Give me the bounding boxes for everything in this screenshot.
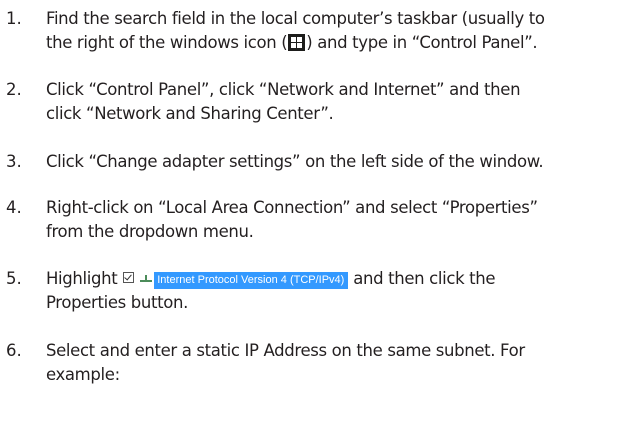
step-line-text: and then click the xyxy=(353,269,496,288)
step-number: 3. xyxy=(6,152,22,171)
step-line: Click “Control Panel”, click “Network an… xyxy=(46,80,521,99)
step-text: Find the search field in the local compu… xyxy=(46,7,630,55)
step-number: 1. xyxy=(6,9,22,28)
step-line-text: Highlight xyxy=(46,269,118,288)
step-line: Click “Change adapter settings” on the l… xyxy=(46,152,544,171)
step-line: click “Network and Sharing Center”. xyxy=(46,104,334,123)
step-line-text: the right of the windows icon ( xyxy=(46,33,288,52)
ipv4-protocol-item: Internet Protocol Version 4 (TCP/IPv4) xyxy=(154,272,349,289)
step-line: Find the search field in the local compu… xyxy=(46,7,630,31)
network-protocol-icon xyxy=(140,274,153,283)
step-line: Right-click on “Local Area Connection” a… xyxy=(46,198,538,217)
windows-logo-icon xyxy=(288,34,306,51)
step-number: 4. xyxy=(6,198,22,217)
step-line-text: Find the search field in the local compu… xyxy=(46,9,545,28)
step-line-text: ) and type in “Control Panel”. xyxy=(306,33,538,52)
step-text: Right-click on “Local Area Connection” a… xyxy=(46,196,630,244)
step-line: Properties button. xyxy=(46,293,188,312)
step-text: Select and enter a static IP Address on … xyxy=(46,339,630,387)
step-line: Select and enter a static IP Address on … xyxy=(46,341,525,360)
step-line: example: xyxy=(46,365,120,384)
step-number: 6. xyxy=(6,341,22,360)
step-line: from the dropdown menu. xyxy=(46,222,254,241)
step-line: Highlight Internet Protocol Version 4 (T… xyxy=(46,267,630,291)
step-text: Highlight Internet Protocol Version 4 (T… xyxy=(46,267,630,315)
step-text: Click “Control Panel”, click “Network an… xyxy=(46,78,630,126)
step-line: the right of the windows icon ( ) and typ… xyxy=(46,31,630,55)
step-number: 2. xyxy=(6,80,22,99)
checked-checkbox-icon xyxy=(123,272,135,283)
step-number: 5. xyxy=(6,269,22,288)
step-text: Click “Change adapter settings” on the l… xyxy=(46,150,630,174)
